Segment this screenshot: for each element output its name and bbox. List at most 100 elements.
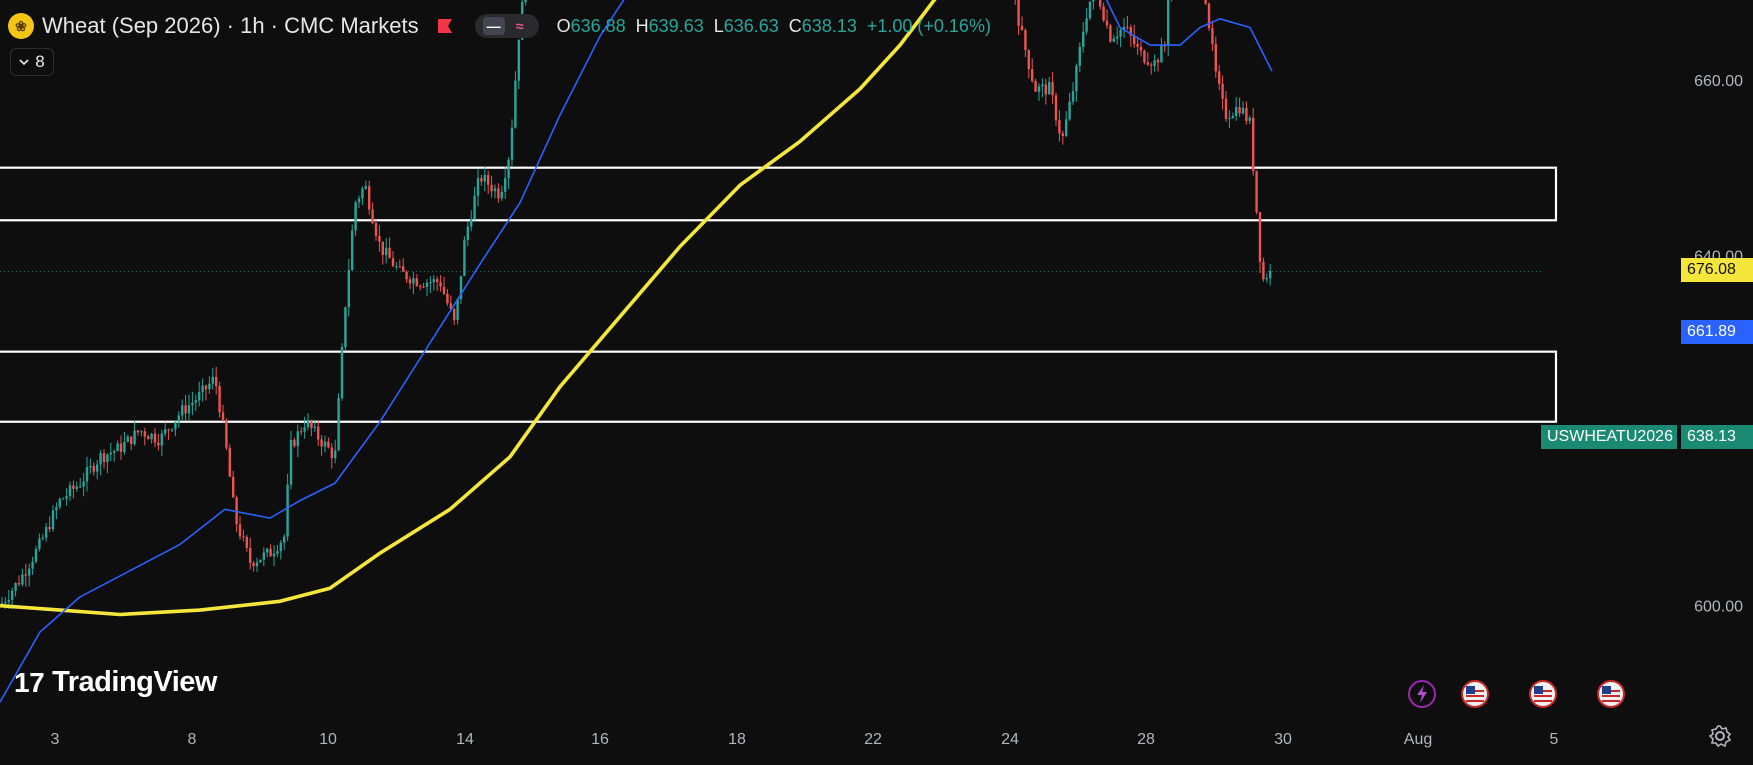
x-tick-label: 14 bbox=[456, 731, 474, 748]
symbol-legend: ❀ Wheat (Sep 2026) · 1h · CMC Markets — … bbox=[8, 12, 991, 40]
candle-body bbox=[252, 563, 254, 566]
us-flag-icon[interactable] bbox=[1596, 679, 1626, 709]
candle-body bbox=[266, 549, 268, 553]
settings-gear-icon[interactable] bbox=[1708, 724, 1732, 748]
x-tick-label: 30 bbox=[1274, 731, 1292, 748]
candle-body bbox=[225, 420, 227, 448]
candle-body bbox=[1102, 6, 1104, 20]
candle-body bbox=[1204, 0, 1206, 4]
candle-body bbox=[1218, 71, 1220, 83]
x-tick-label: 10 bbox=[319, 731, 337, 748]
candle-body bbox=[348, 270, 350, 307]
candle-body bbox=[283, 537, 285, 543]
x-tick-label: 3 bbox=[51, 731, 60, 748]
candle-body bbox=[375, 223, 377, 236]
candle-body bbox=[218, 386, 220, 412]
candle-body bbox=[1252, 118, 1254, 171]
candle-body bbox=[453, 309, 455, 320]
tradingview-mark-icon: 17 bbox=[14, 667, 44, 699]
candle-body bbox=[1167, 0, 1169, 46]
candle-body bbox=[1242, 108, 1244, 113]
last-price-label: 638.13 bbox=[1681, 425, 1753, 449]
candle-body bbox=[490, 185, 492, 191]
moving-average-slow bbox=[0, 0, 1272, 615]
candle-body bbox=[1041, 85, 1043, 87]
candle-body bbox=[388, 248, 390, 258]
minus-icon[interactable]: — bbox=[483, 17, 505, 35]
candle-body bbox=[188, 405, 190, 413]
candle-body bbox=[1136, 44, 1138, 47]
ohlc-high-value: 639.63 bbox=[649, 16, 704, 36]
ohlc-close-value: 638.13 bbox=[802, 16, 857, 36]
candle-body bbox=[433, 279, 435, 282]
candle-body bbox=[1211, 28, 1213, 44]
chart-area[interactable]: 720.00700.00680.00660.00640.00620.00600.… bbox=[0, 0, 1753, 760]
candle-body bbox=[1085, 18, 1087, 31]
candle-body bbox=[48, 527, 50, 529]
candle-body bbox=[1269, 271, 1271, 278]
candle-body bbox=[300, 431, 302, 432]
candle-body bbox=[246, 537, 248, 548]
candle-body bbox=[511, 128, 513, 160]
candle-body bbox=[484, 175, 486, 182]
candle-body bbox=[239, 524, 241, 536]
candle-body bbox=[38, 539, 40, 549]
candle-body bbox=[1266, 278, 1268, 279]
ohlc-open-value: 636.88 bbox=[571, 16, 626, 36]
candle-body bbox=[1021, 26, 1023, 30]
symbol-title[interactable]: Wheat (Sep 2026) · 1h · CMC Markets bbox=[42, 13, 419, 39]
candle-body bbox=[212, 377, 214, 384]
candle-body bbox=[504, 178, 506, 192]
candle-body bbox=[191, 403, 193, 405]
wheat-icon[interactable]: ❀ bbox=[8, 13, 34, 39]
candle-body bbox=[1092, 0, 1094, 2]
us-flag-icon[interactable] bbox=[1528, 679, 1558, 709]
candle-body bbox=[1228, 118, 1230, 119]
candle-body bbox=[45, 527, 47, 538]
tradingview-logo: 17 TradingView bbox=[14, 666, 217, 699]
wave-icon[interactable]: ≈ bbox=[509, 17, 531, 35]
flag-icon[interactable] bbox=[437, 18, 453, 34]
indicators-toggle[interactable]: 8 bbox=[10, 48, 54, 76]
price-chart[interactable]: 720.00700.00680.00660.00640.00620.00600.… bbox=[0, 0, 1753, 760]
candle-body bbox=[463, 240, 465, 276]
x-tick-label: 16 bbox=[591, 731, 609, 748]
candle-body bbox=[93, 466, 95, 472]
x-tick-label: 18 bbox=[728, 731, 746, 748]
us-flag-icon[interactable] bbox=[1460, 679, 1490, 709]
x-tick-label: Aug bbox=[1404, 731, 1432, 748]
candle-body bbox=[55, 507, 57, 511]
visibility-toggle[interactable]: — ≈ bbox=[475, 14, 539, 38]
candle-body bbox=[35, 549, 37, 562]
price-change: +1.00 (+0.16%) bbox=[867, 16, 991, 37]
x-tick-label: 8 bbox=[188, 731, 197, 748]
candle-body bbox=[1058, 120, 1060, 133]
candle-body bbox=[1255, 171, 1257, 212]
candle-body bbox=[1259, 212, 1261, 262]
candle-body bbox=[314, 427, 316, 428]
candle-body bbox=[327, 442, 329, 448]
chevron-down-icon bbox=[19, 58, 29, 66]
candle-body bbox=[320, 439, 322, 446]
candle-body bbox=[256, 562, 258, 566]
candle-body bbox=[1119, 30, 1121, 37]
candle-body bbox=[1072, 91, 1074, 102]
lightning-icon[interactable] bbox=[1407, 679, 1437, 709]
candle-body bbox=[11, 591, 13, 600]
candle-body bbox=[412, 278, 414, 283]
candle-body bbox=[1089, 2, 1091, 19]
candle-body bbox=[76, 487, 78, 489]
candle-body bbox=[130, 437, 132, 445]
candle-body bbox=[259, 560, 261, 563]
candle-body bbox=[113, 451, 115, 453]
candle-body bbox=[201, 386, 203, 393]
candle-body bbox=[1048, 82, 1050, 94]
candle-body bbox=[1245, 108, 1247, 121]
candle-body bbox=[123, 442, 125, 452]
candle-body bbox=[205, 386, 207, 390]
ohlc-open-key: O bbox=[557, 16, 571, 36]
candle-body bbox=[392, 258, 394, 266]
candle-body bbox=[426, 283, 428, 287]
candle-body bbox=[31, 562, 33, 569]
candle-body bbox=[14, 583, 16, 591]
